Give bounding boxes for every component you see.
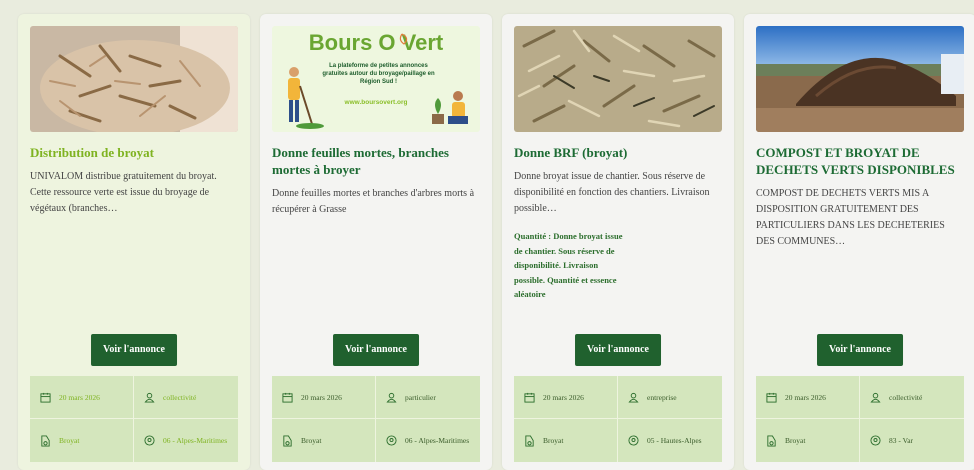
- listing-meta: 20 mars 2026 entreprise Broyat 05 - Haut…: [514, 376, 722, 462]
- view-listing-button[interactable]: Voir l'annonce: [333, 334, 419, 366]
- listing-description: Donne feuilles mortes et branches d'arbr…: [272, 188, 475, 215]
- meta-category-text: Broyat: [59, 436, 80, 445]
- meta-date: 20 mars 2026: [756, 376, 860, 419]
- meta-location-text: 05 - Hautes-Alpes: [647, 436, 702, 445]
- meta-type-text: particulier: [405, 392, 436, 402]
- listing-description: COMPOST DE DECHETS VERTS MIS A DISPOSITI…: [756, 188, 945, 247]
- listing-card: Donne BRF (broyat) Donne broyat issue de…: [502, 14, 734, 470]
- meta-date: 20 mars 2026: [514, 376, 618, 419]
- listing-image[interactable]: [30, 26, 238, 132]
- calendar-icon: [40, 392, 51, 403]
- listing-details: Quantité : Donne broyat issue de chantie…: [514, 231, 623, 299]
- shredder-icon: [283, 435, 292, 446]
- listing-image[interactable]: [514, 26, 722, 132]
- user-icon: [386, 392, 397, 403]
- meta-category-text: Broyat: [301, 436, 322, 445]
- view-listing-button[interactable]: Voir l'annonce: [575, 334, 661, 366]
- map-pin-icon: [386, 435, 397, 446]
- user-icon: [870, 392, 881, 403]
- meta-category: Broyat: [514, 419, 618, 462]
- listing-title[interactable]: Distribution de broyat: [30, 144, 238, 161]
- meta-location-text: 06 - Alpes-Maritimes: [163, 436, 228, 445]
- shredder-icon: [41, 435, 50, 446]
- shredder-icon: [525, 435, 534, 446]
- meta-category-text: Broyat: [785, 436, 806, 445]
- meta-type: collectivité: [134, 376, 238, 419]
- shredder-icon: [767, 435, 776, 446]
- meta-date-text: 20 mars 2026: [543, 392, 584, 402]
- meta-location-text: 06 - Alpes-Maritimes: [405, 436, 470, 445]
- meta-type-text: entreprise: [647, 392, 677, 402]
- meta-location: 06 - Alpes-Maritimes: [376, 419, 480, 462]
- meta-type: collectivité: [860, 376, 964, 419]
- meta-date-text: 20 mars 2026: [301, 392, 342, 402]
- listing-description: Donne broyat issue de chantier. Sous rés…: [514, 171, 710, 214]
- meta-date: 20 mars 2026: [272, 376, 376, 419]
- user-icon: [628, 392, 639, 403]
- map-pin-icon: [870, 435, 881, 446]
- view-listing-button[interactable]: Voir l'annonce: [91, 334, 177, 366]
- listing-title[interactable]: Donne BRF (broyat): [514, 144, 722, 161]
- listing-meta: 20 mars 2026 particulier Broyat 06 - Alp…: [272, 376, 480, 462]
- listing-title[interactable]: Donne feuilles mortes, branches mortes à…: [272, 144, 480, 178]
- meta-type-text: collectivité: [163, 392, 197, 402]
- calendar-icon: [766, 392, 777, 403]
- listing-description: UNIVALOM distribue gratuitement du broya…: [30, 171, 217, 214]
- meta-category-text: Broyat: [543, 436, 564, 445]
- listing-card: Bours O Vert La plateforme de petites an…: [260, 14, 492, 470]
- meta-category: Broyat: [30, 419, 134, 462]
- listing-image[interactable]: [756, 26, 964, 132]
- view-listing-button[interactable]: Voir l'annonce: [817, 334, 903, 366]
- meta-type: particulier: [376, 376, 480, 419]
- listing-meta: 20 mars 2026 collectivité Broyat 83 - Va…: [756, 376, 964, 462]
- meta-type-text: collectivité: [889, 392, 923, 402]
- meta-date-text: 20 mars 2026: [785, 392, 826, 402]
- calendar-icon: [524, 392, 535, 403]
- listing-card: Distribution de broyat UNIVALOM distribu…: [18, 14, 250, 470]
- listing-image[interactable]: Bours O Vert La plateforme de petites an…: [272, 26, 480, 132]
- meta-category: Broyat: [272, 419, 376, 462]
- meta-date: 20 mars 2026: [30, 376, 134, 419]
- meta-location: 83 - Var: [860, 419, 964, 462]
- meta-location: 06 - Alpes-Maritimes: [134, 419, 238, 462]
- meta-type: entreprise: [618, 376, 722, 419]
- meta-location: 05 - Hautes-Alpes: [618, 419, 722, 462]
- listing-title[interactable]: COMPOST ET BROYAT DE DECHETS VERTS DISPO…: [756, 144, 964, 178]
- user-icon: [144, 392, 155, 403]
- calendar-icon: [282, 392, 293, 403]
- meta-category: Broyat: [756, 419, 860, 462]
- meta-location-text: 83 - Var: [889, 436, 914, 445]
- map-pin-icon: [144, 435, 155, 446]
- listing-meta: 20 mars 2026 collectivité Broyat 06 - Al…: [30, 376, 238, 462]
- listing-card: COMPOST ET BROYAT DE DECHETS VERTS DISPO…: [744, 14, 974, 470]
- map-pin-icon: [628, 435, 639, 446]
- meta-date-text: 20 mars 2026: [59, 392, 100, 402]
